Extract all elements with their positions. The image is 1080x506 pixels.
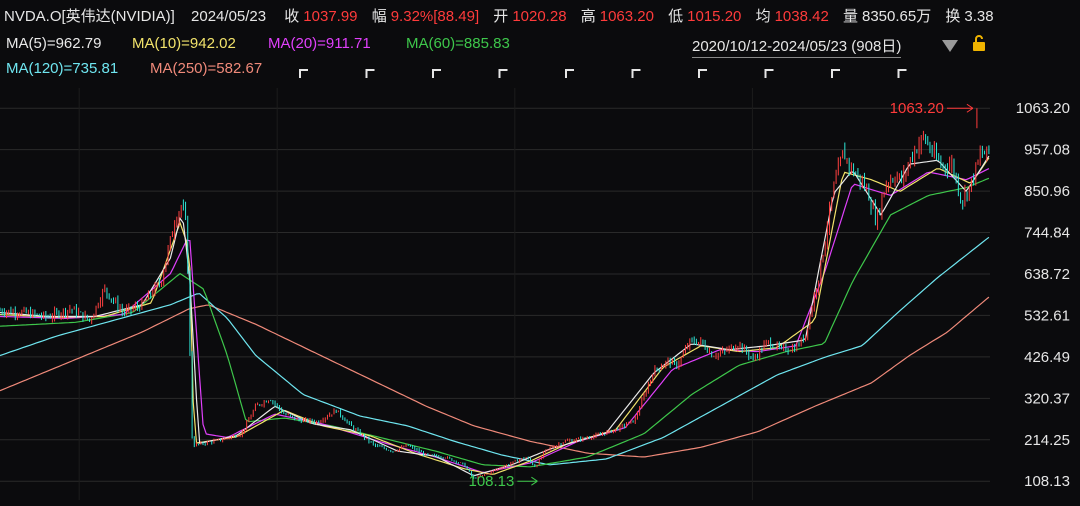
period-marker-2: [432, 69, 441, 78]
avg-label: 均: [755, 8, 771, 25]
open-label: 开: [493, 8, 509, 25]
ma10-legend: MA(10)=942.02: [132, 35, 236, 52]
y-tick-0: 1063.20: [1016, 100, 1070, 117]
quote-header: NVDA.O[英伟达(NVIDIA)] 2024/05/23 收 1037.99 …: [4, 5, 998, 27]
ma60-legend: MA(60)=885.83: [406, 35, 510, 52]
y-tick-8: 214.25: [1024, 432, 1070, 449]
high-annotation-label: 1063.20: [890, 100, 944, 117]
change-label: 幅: [371, 8, 387, 25]
y-tick-6: 426.49: [1024, 349, 1070, 366]
low-value: 1015.20: [687, 8, 742, 25]
turnover-value: 3.38: [964, 8, 994, 25]
close-label: 收: [284, 8, 300, 25]
period-marker-7: [764, 69, 774, 78]
y-tick-1: 957.08: [1024, 142, 1070, 159]
avg-value: 1038.42: [774, 8, 829, 25]
y-tick-5: 532.61: [1024, 307, 1070, 324]
high-value: 1063.20: [599, 8, 654, 25]
period-marker-0: [299, 69, 308, 78]
date-range-selector[interactable]: 2020/10/12-2024/05/23 (908日): [692, 35, 902, 58]
period-marker-1: [365, 69, 375, 78]
change-value: 9.32%[88.49]: [390, 8, 480, 25]
date-label: 2024/05/23: [191, 8, 267, 25]
ma120-legend: MA(120)=735.81: [6, 60, 119, 77]
close-value: 1037.99: [303, 8, 358, 25]
series-ma10: [0, 157, 990, 475]
ma5-legend: MA(5)=962.79: [6, 35, 102, 52]
ma20-legend: MA(20)=911.71: [268, 35, 371, 52]
triangle-down-icon[interactable]: [942, 40, 958, 52]
y-tick-4: 638.72: [1024, 266, 1070, 283]
y-tick-9: 108.13: [1024, 473, 1070, 490]
volume-label: 量: [842, 8, 858, 25]
chart-window: 1063.20 957.08 850.96 744.84 638.72 532.61 426…: [0, 0, 1080, 506]
y-tick-7: 320.37: [1024, 390, 1070, 407]
high-label: 高: [580, 8, 596, 25]
series-ma120: [0, 236, 990, 466]
period-marker-4: [565, 69, 574, 78]
volume-value: 8350.65万: [862, 8, 932, 25]
y-tick-3: 744.84: [1024, 225, 1070, 242]
y-tick-2: 850.96: [1024, 183, 1070, 200]
low-annotation-label: 108.13: [468, 473, 514, 490]
period-marker-5: [631, 69, 641, 78]
period-marker-8: [831, 69, 840, 78]
ma250-legend: MA(250)=582.67: [150, 60, 263, 77]
symbol-label: NVDA.O[英伟达(NVIDIA)]: [4, 8, 175, 25]
open-value: 1020.28: [512, 8, 567, 25]
lock-icon[interactable]: [972, 35, 986, 51]
series-ma20: [0, 168, 990, 474]
period-marker-6: [698, 69, 707, 78]
low-label: 低: [668, 8, 684, 25]
period-marker-9: [897, 69, 907, 78]
turnover-label: 换: [945, 8, 961, 25]
series-ma250: [0, 296, 990, 458]
period-marker-3: [498, 69, 508, 78]
